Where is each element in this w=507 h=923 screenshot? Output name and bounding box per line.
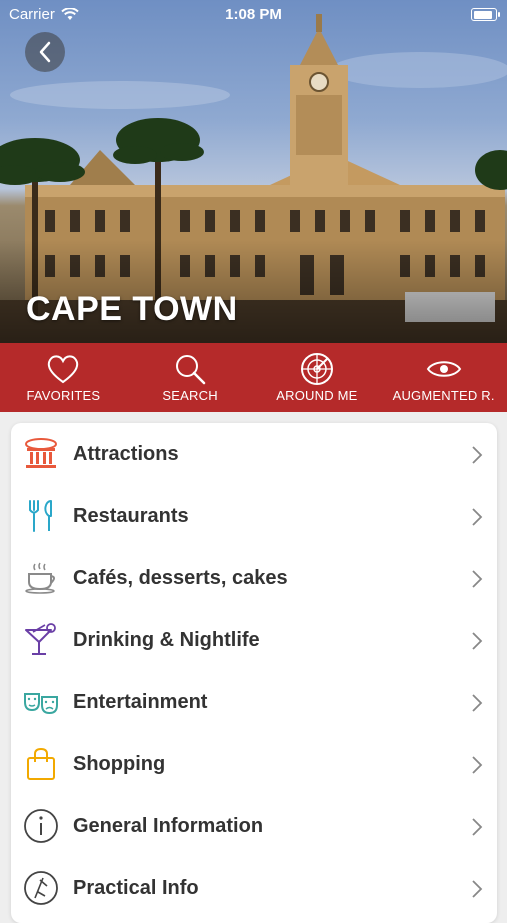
back-button[interactable] xyxy=(25,32,65,72)
status-time: 1:08 PM xyxy=(225,6,282,23)
search-label: SEARCH xyxy=(162,388,218,403)
heart-icon xyxy=(48,355,79,384)
chevron-right-icon xyxy=(472,632,483,650)
category-list: Attractions Restaurants Cafés, desserts,… xyxy=(11,423,497,923)
around-me-label: AROUND ME xyxy=(276,388,358,403)
list-item-restaurants[interactable]: Restaurants xyxy=(11,485,497,547)
augmented-reality-button[interactable]: AUGMENTED R. xyxy=(380,343,507,412)
list-item-shopping[interactable]: Shopping xyxy=(11,733,497,795)
search-icon xyxy=(176,355,206,385)
city-title: CAPE TOWN xyxy=(26,290,238,328)
list-item-label: Entertainment xyxy=(73,690,208,713)
chevron-right-icon xyxy=(472,818,483,836)
chevron-right-icon xyxy=(472,508,483,526)
theater-masks-icon xyxy=(24,693,58,715)
search-button[interactable]: SEARCH xyxy=(127,343,254,412)
eye-icon xyxy=(426,361,461,377)
augmented-reality-label: AUGMENTED R. xyxy=(392,388,495,403)
battery-icon xyxy=(471,8,500,21)
shopping-bag-icon xyxy=(27,747,55,780)
chevron-right-icon xyxy=(472,756,483,774)
favorites-label: FAVORITES xyxy=(26,388,101,403)
radar-icon xyxy=(300,353,333,385)
list-item-label: Restaurants xyxy=(73,504,189,527)
around-me-button[interactable]: AROUND ME xyxy=(254,343,381,412)
quick-actions-toolbar: FAVORITES SEARCH AROUND ME AUGMENTED R. xyxy=(0,343,507,412)
chevron-right-icon xyxy=(472,694,483,712)
list-item-label: Cafés, desserts, cakes xyxy=(73,566,288,589)
hero-image: Carrier 1:08 PM CAPE TOWN xyxy=(0,0,507,343)
list-item-general-information[interactable]: General Information xyxy=(11,795,497,857)
info-icon xyxy=(24,809,58,843)
list-item-label: Practical Info xyxy=(73,876,199,899)
cocktail-icon xyxy=(25,623,56,655)
chevron-right-icon xyxy=(472,570,483,588)
coffee-cup-icon xyxy=(25,562,55,594)
practical-info-icon xyxy=(24,871,58,905)
list-item-entertainment[interactable]: Entertainment xyxy=(11,671,497,733)
museum-icon xyxy=(25,438,57,468)
list-item-attractions[interactable]: Attractions xyxy=(11,423,497,485)
list-item-label: Shopping xyxy=(73,752,166,775)
status-bar: Carrier 1:08 PM xyxy=(0,0,507,30)
fork-knife-icon xyxy=(29,500,52,532)
chevron-left-icon xyxy=(39,41,51,63)
favorites-button[interactable]: FAVORITES xyxy=(0,343,127,412)
list-item-cafes[interactable]: Cafés, desserts, cakes xyxy=(11,547,497,609)
list-item-practical-info[interactable]: Practical Info xyxy=(11,857,497,919)
chevron-right-icon xyxy=(472,880,483,898)
list-item-label: General Information xyxy=(73,814,264,837)
list-item-drinking-nightlife[interactable]: Drinking & Nightlife xyxy=(11,609,497,671)
chevron-right-icon xyxy=(472,446,483,464)
list-item-label: Drinking & Nightlife xyxy=(73,628,260,651)
list-item-label: Attractions xyxy=(73,442,179,465)
